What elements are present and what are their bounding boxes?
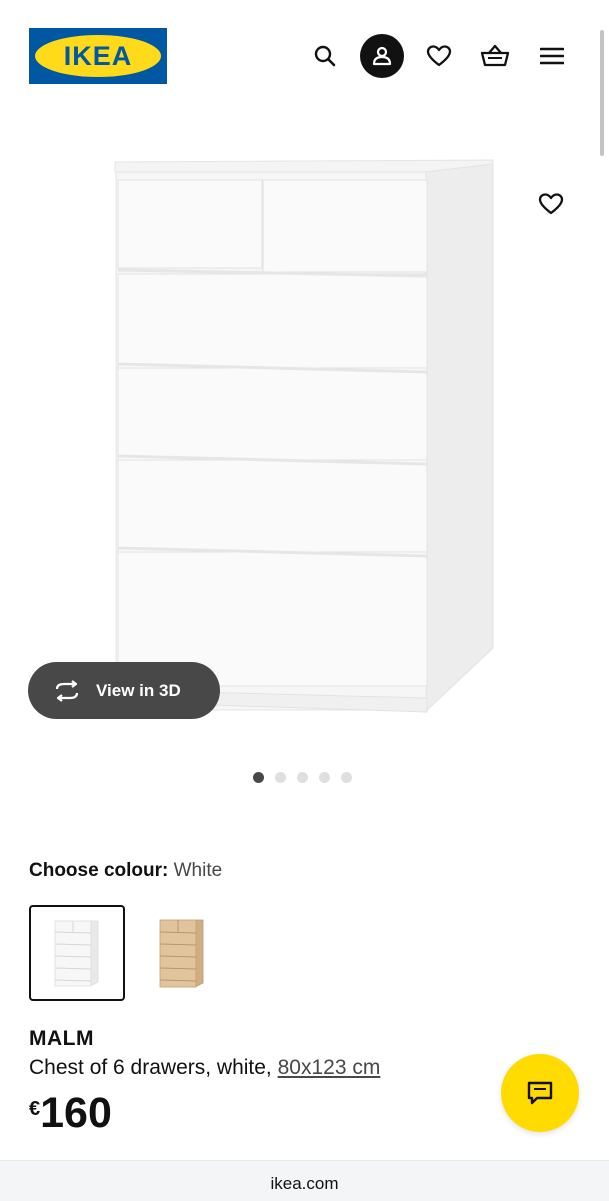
logo-oval: IKEA bbox=[35, 35, 161, 77]
carousel-dot[interactable] bbox=[297, 772, 308, 783]
search-icon[interactable] bbox=[303, 34, 347, 78]
carousel-dot[interactable] bbox=[275, 772, 286, 783]
carousel-dots bbox=[253, 772, 352, 783]
product-price: € 160 bbox=[29, 1092, 112, 1135]
rotate-3d-icon bbox=[52, 679, 82, 702]
chat-button[interactable] bbox=[501, 1054, 579, 1132]
price-amount: 160 bbox=[40, 1089, 112, 1137]
product-image[interactable] bbox=[100, 150, 510, 730]
price-currency: € bbox=[29, 1098, 41, 1120]
product-description-text: Chest of 6 drawers, white, bbox=[29, 1056, 272, 1079]
oak-chest-thumbnail bbox=[159, 919, 204, 988]
selected-colour-value: White bbox=[173, 860, 223, 881]
choose-colour-label: Choose colour: bbox=[29, 860, 169, 881]
white-chest-thumbnail bbox=[54, 920, 99, 987]
product-description: Chest of 6 drawers, white, 80x123 cm bbox=[29, 1056, 380, 1080]
colour-swatch-oak[interactable] bbox=[134, 905, 230, 1001]
view-in-3d-button[interactable]: View in 3D bbox=[28, 662, 220, 719]
view-in-3d-label: View in 3D bbox=[96, 680, 181, 700]
product-name: MALM bbox=[29, 1027, 94, 1050]
heart-icon[interactable] bbox=[417, 34, 461, 78]
carousel-dot[interactable] bbox=[341, 772, 352, 783]
colour-swatch-white[interactable] bbox=[29, 905, 125, 1001]
browser-url: ikea.com bbox=[270, 1174, 339, 1193]
ikea-logo[interactable]: IKEA bbox=[29, 28, 167, 84]
carousel-dot[interactable] bbox=[253, 772, 264, 783]
scrollbar-thumb[interactable] bbox=[600, 30, 604, 156]
basket-icon[interactable] bbox=[473, 34, 517, 78]
carousel-dot[interactable] bbox=[319, 772, 330, 783]
product-size-link[interactable]: 80x123 cm bbox=[278, 1056, 381, 1079]
choose-colour-heading: Choose colour: White bbox=[29, 860, 222, 882]
logo-text: IKEA bbox=[63, 40, 133, 71]
account-icon[interactable] bbox=[360, 34, 404, 78]
chat-bubble-icon bbox=[527, 1081, 553, 1105]
menu-icon[interactable] bbox=[530, 34, 574, 78]
browser-address-bar[interactable]: ikea.com bbox=[0, 1160, 609, 1201]
favourite-heart-icon[interactable] bbox=[529, 182, 573, 226]
